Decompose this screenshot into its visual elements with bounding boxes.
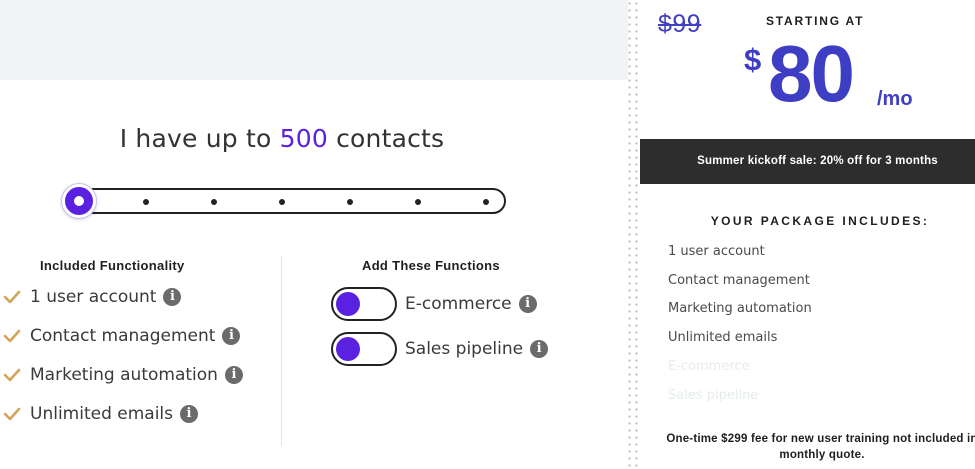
check-icon (3, 329, 21, 343)
slider-step-dot[interactable] (143, 199, 149, 205)
contacts-suffix: contacts (327, 124, 445, 153)
price-currency: $ (744, 42, 762, 77)
included-item-label: Contact management (30, 326, 216, 346)
addon-ecommerce-row: E-commerce i (331, 287, 537, 321)
included-item: 1 user account i (2, 285, 182, 309)
sale-banner: Summer kickoff sale: 20% off for 3 month… (640, 139, 975, 184)
package-item: Unlimited emails (668, 330, 778, 345)
price-amount: 80 (768, 29, 855, 118)
contacts-headline: I have up to 500 contacts (0, 124, 564, 153)
package-item: Contact management (668, 273, 810, 288)
info-icon[interactable]: i (222, 327, 241, 345)
addon-label: Sales pipeline (405, 339, 524, 359)
package-item: 1 user account (668, 244, 765, 259)
slider-step-dot[interactable] (279, 199, 285, 205)
package-item-inactive: E-commerce (668, 359, 750, 374)
addon-sales-pipeline-row: Sales pipeline i (331, 332, 549, 366)
included-functionality-title: Included Functionality (40, 258, 185, 273)
slider-step-dot[interactable] (483, 199, 489, 205)
slider-step-dot[interactable] (415, 199, 421, 205)
starting-at-label: STARTING AT (766, 14, 865, 28)
top-banner-area (0, 0, 628, 80)
addon-label: E-commerce (405, 294, 512, 314)
check-icon (3, 368, 21, 382)
old-price: $99 (658, 10, 702, 38)
info-icon[interactable]: i (180, 405, 199, 423)
info-icon[interactable]: i (518, 295, 537, 313)
sales-pipeline-toggle[interactable] (331, 332, 397, 366)
ecommerce-toggle[interactable] (331, 287, 397, 321)
column-divider (281, 256, 282, 446)
contacts-slider-track[interactable] (66, 188, 506, 214)
slider-step-dot[interactable] (211, 199, 217, 205)
contacts-slider-handle[interactable] (62, 184, 96, 218)
package-item: Marketing automation (668, 301, 812, 316)
included-item: Marketing automation i (2, 363, 243, 387)
package-item-inactive: Sales pipeline (668, 388, 759, 403)
contacts-count: 500 (279, 124, 328, 153)
check-icon (3, 407, 21, 421)
included-item-label: Unlimited emails (30, 404, 174, 424)
contacts-prefix: I have up to (119, 124, 280, 153)
info-icon[interactable]: i (163, 288, 182, 306)
dotted-separator (626, 0, 640, 469)
price-period: /mo (877, 88, 913, 110)
package-title: YOUR PACKAGE INCLUDES: (710, 214, 930, 228)
info-icon[interactable]: i (224, 366, 243, 384)
info-icon[interactable]: i (530, 340, 549, 358)
training-fee-footnote: One-time $299 fee for new user training … (666, 433, 975, 461)
included-item: Contact management i (2, 324, 241, 348)
included-item-label: Marketing automation (30, 365, 218, 385)
toggle-knob (336, 337, 360, 361)
toggle-knob (336, 292, 360, 316)
slider-step-dot[interactable] (347, 199, 353, 205)
add-functions-title: Add These Functions (362, 258, 500, 273)
included-item-label: 1 user account (30, 287, 157, 307)
included-item: Unlimited emails i (2, 402, 199, 426)
check-icon (3, 290, 21, 304)
